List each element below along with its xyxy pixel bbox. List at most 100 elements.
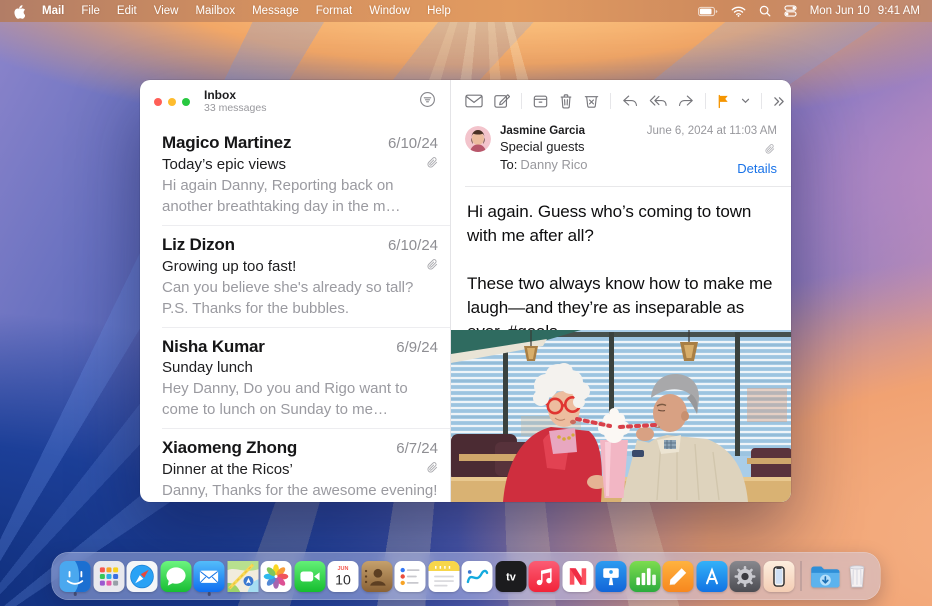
flag-chevron-down-icon[interactable] bbox=[741, 98, 750, 104]
apple-menu-icon[interactable] bbox=[12, 4, 25, 19]
mail-toolbar bbox=[451, 80, 791, 118]
menu-bar-clock[interactable]: Mon Jun 10 9:41 AM bbox=[810, 5, 920, 17]
toolbar-separator bbox=[521, 93, 522, 109]
dock-divider bbox=[801, 561, 802, 591]
list-item-magico[interactable]: Magico Martinez 6/10/24 Today’s epic vie… bbox=[162, 124, 450, 226]
menu-message[interactable]: Message bbox=[252, 5, 299, 17]
junk-icon[interactable] bbox=[584, 94, 599, 109]
message-sender: Xiaomeng Zhong bbox=[162, 438, 297, 458]
toolbar-overflow-icon[interactable] bbox=[773, 96, 785, 107]
list-item-xiaomeng[interactable]: Xiaomeng Zhong 6/7/24 Dinner at the Rico… bbox=[162, 429, 450, 502]
wifi-icon[interactable] bbox=[731, 6, 746, 17]
battery-icon[interactable] bbox=[698, 6, 718, 17]
compose-icon[interactable] bbox=[494, 93, 510, 109]
reply-all-icon[interactable] bbox=[649, 94, 667, 108]
window-controls bbox=[154, 98, 190, 106]
dock-facetime-icon[interactable] bbox=[294, 561, 325, 592]
menu-mail[interactable]: Mail bbox=[42, 5, 64, 17]
dock-mail-icon[interactable] bbox=[194, 561, 225, 592]
control-center-icon[interactable] bbox=[784, 5, 797, 17]
archive-icon[interactable] bbox=[533, 94, 548, 109]
spotlight-search-icon[interactable] bbox=[759, 5, 771, 17]
toolbar-separator bbox=[761, 93, 762, 109]
trash-icon[interactable] bbox=[559, 93, 573, 109]
menu-format[interactable]: Format bbox=[316, 5, 352, 17]
body-paragraph-2: These two always know how to make me lau… bbox=[467, 272, 777, 330]
dock-maps-icon[interactable] bbox=[227, 561, 258, 592]
dock-pages-icon[interactable] bbox=[663, 561, 694, 592]
running-indicator bbox=[207, 592, 211, 596]
attachment-icon bbox=[427, 257, 438, 275]
zoom-button[interactable] bbox=[182, 98, 190, 106]
toolbar-separator bbox=[610, 93, 611, 109]
dock-freeform-icon[interactable] bbox=[462, 561, 493, 592]
get-mail-icon[interactable] bbox=[465, 94, 483, 108]
attachment-icon bbox=[427, 460, 438, 478]
dock-tv-icon[interactable]: tv bbox=[495, 561, 526, 592]
message-date: 6/9/24 bbox=[396, 339, 438, 356]
message-sender: Nisha Kumar bbox=[162, 337, 265, 357]
message-subject-line: Special guests bbox=[500, 139, 588, 155]
menu-help[interactable]: Help bbox=[427, 5, 451, 17]
dock-settings-icon[interactable] bbox=[730, 561, 761, 592]
attachment-icon bbox=[647, 140, 775, 161]
message-list: Magico Martinez 6/10/24 Today’s epic vie… bbox=[140, 124, 450, 502]
inbox-list-pane: Inbox 33 messages Magico Martinez 6/10/2… bbox=[140, 80, 451, 502]
desktop: Mail File Edit View Mailbox Message Form… bbox=[0, 0, 932, 606]
details-link[interactable]: Details bbox=[647, 161, 777, 178]
reply-icon[interactable] bbox=[622, 94, 638, 108]
flag-icon[interactable] bbox=[717, 94, 730, 109]
menu-mailbox[interactable]: Mailbox bbox=[195, 5, 235, 17]
message-preview: Hi again Danny, Reporting back on anothe… bbox=[162, 175, 438, 217]
menu-bar: Mail File Edit View Mailbox Message Form… bbox=[0, 0, 932, 22]
message-date: 6/10/24 bbox=[388, 237, 438, 254]
dock-iphone-mirroring-icon[interactable] bbox=[763, 561, 794, 592]
attachment-icon bbox=[427, 155, 438, 173]
tv-label: tv bbox=[506, 571, 517, 583]
to-label: To: bbox=[500, 157, 517, 172]
dock-safari-icon[interactable] bbox=[127, 561, 158, 592]
recipient-name: Danny Rico bbox=[520, 157, 587, 172]
dock-messages-icon[interactable] bbox=[160, 561, 191, 592]
forward-icon[interactable] bbox=[678, 94, 694, 108]
message-sender: Liz Dizon bbox=[162, 235, 235, 255]
message-preview: Danny, Thanks for the awesome evening! I… bbox=[162, 480, 438, 502]
message-recipient-line: To:Danny Rico bbox=[500, 157, 588, 173]
menu-file[interactable]: File bbox=[81, 5, 100, 17]
message-subject: Sunday lunch bbox=[162, 359, 253, 376]
close-button[interactable] bbox=[154, 98, 162, 106]
message-view-pane: Jasmine Garcia Special guests To:Danny R… bbox=[451, 80, 791, 502]
message-subject: Dinner at the Ricos’ bbox=[162, 461, 293, 478]
dock-finder-icon[interactable] bbox=[60, 561, 91, 592]
dock-reminders-icon[interactable] bbox=[395, 561, 426, 592]
message-subject: Today’s epic views bbox=[162, 156, 286, 173]
dock-keynote-icon[interactable] bbox=[596, 561, 627, 592]
menu-edit[interactable]: Edit bbox=[117, 5, 137, 17]
list-item-nisha[interactable]: Nisha Kumar 6/9/24 Sunday lunch Hey Dann… bbox=[162, 328, 450, 429]
dock-calendar-icon[interactable]: JUN10 bbox=[328, 561, 359, 592]
mail-window: Inbox 33 messages Magico Martinez 6/10/2… bbox=[140, 80, 791, 502]
menu-window[interactable]: Window bbox=[369, 5, 410, 17]
dock-downloads-icon[interactable] bbox=[808, 561, 839, 592]
dock-launchpad-icon[interactable] bbox=[93, 561, 124, 592]
list-item-liz[interactable]: Liz Dizon 6/10/24 Growing up too fast! C… bbox=[162, 226, 450, 328]
dock-music-icon[interactable] bbox=[529, 561, 560, 592]
clock-date: Mon Jun 10 bbox=[810, 5, 870, 17]
inbox-header: Inbox 33 messages bbox=[140, 80, 450, 124]
dock-numbers-icon[interactable] bbox=[629, 561, 660, 592]
dock-news-icon[interactable] bbox=[562, 561, 593, 592]
dock-trash-icon[interactable] bbox=[842, 561, 873, 592]
mailbox-title: Inbox bbox=[204, 89, 266, 102]
attachment-photo[interactable] bbox=[451, 330, 791, 502]
message-date: 6/7/24 bbox=[396, 440, 438, 457]
filter-icon[interactable] bbox=[419, 91, 436, 113]
sender-avatar[interactable] bbox=[465, 126, 491, 152]
mailbox-message-count: 33 messages bbox=[204, 103, 266, 115]
dock-contacts-icon[interactable] bbox=[361, 561, 392, 592]
dock-appstore-icon[interactable] bbox=[696, 561, 727, 592]
dock: JUN10 tv bbox=[52, 552, 881, 600]
dock-notes-icon[interactable] bbox=[428, 561, 459, 592]
dock-photos-icon[interactable] bbox=[261, 561, 292, 592]
minimize-button[interactable] bbox=[168, 98, 176, 106]
menu-view[interactable]: View bbox=[154, 5, 179, 17]
